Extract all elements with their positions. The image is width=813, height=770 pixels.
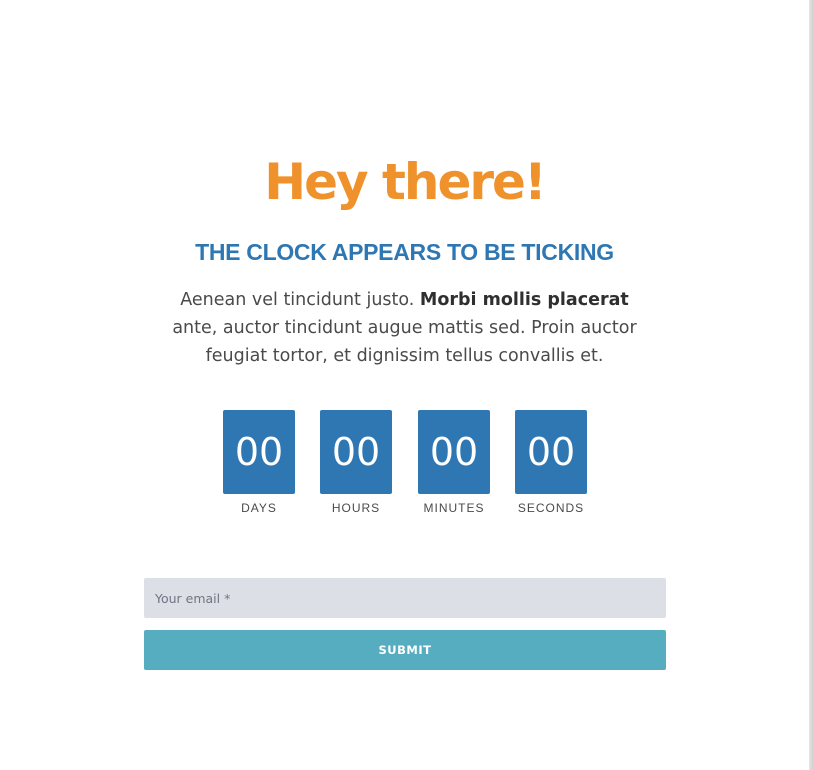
submit-button[interactable]: SUBMIT xyxy=(144,630,666,670)
intro-text-start: Aenean vel tincidunt justo. xyxy=(180,289,420,310)
countdown-days-label: DAYS xyxy=(241,501,277,515)
window-edge xyxy=(809,0,813,770)
countdown-seconds-value: 00 xyxy=(515,410,587,494)
countdown-timer: 00 DAYS 00 HOURS 00 MINUTES 00 SECONDS xyxy=(223,410,587,520)
countdown-hours-value: 00 xyxy=(320,410,392,494)
countdown-seconds: 00 SECONDS xyxy=(515,410,587,515)
page-title: Hey there! xyxy=(264,152,547,211)
countdown-minutes: 00 MINUTES xyxy=(418,410,490,515)
intro-text-bold: Morbi mollis placerat xyxy=(419,289,629,310)
intro-text-end: ante, auctor tincidunt augue mattis sed.… xyxy=(172,317,637,366)
countdown-minutes-value: 00 xyxy=(418,410,490,494)
countdown-minutes-label: MINUTES xyxy=(423,501,485,515)
landing-page: Hey there! THE CLOCK APPEARS TO BE TICKI… xyxy=(0,0,809,770)
intro-paragraph: Aenean vel tincidunt justo. Morbi mollis… xyxy=(162,286,647,370)
email-field[interactable] xyxy=(144,578,666,618)
countdown-days-value: 00 xyxy=(223,410,295,494)
subheadline: THE CLOCK APPEARS TO BE TICKING xyxy=(195,239,614,266)
countdown-seconds-label: SECONDS xyxy=(517,501,585,515)
countdown-hours-label: HOURS xyxy=(331,501,381,515)
countdown-days: 00 DAYS xyxy=(223,410,295,515)
countdown-hours: 00 HOURS xyxy=(320,410,392,515)
